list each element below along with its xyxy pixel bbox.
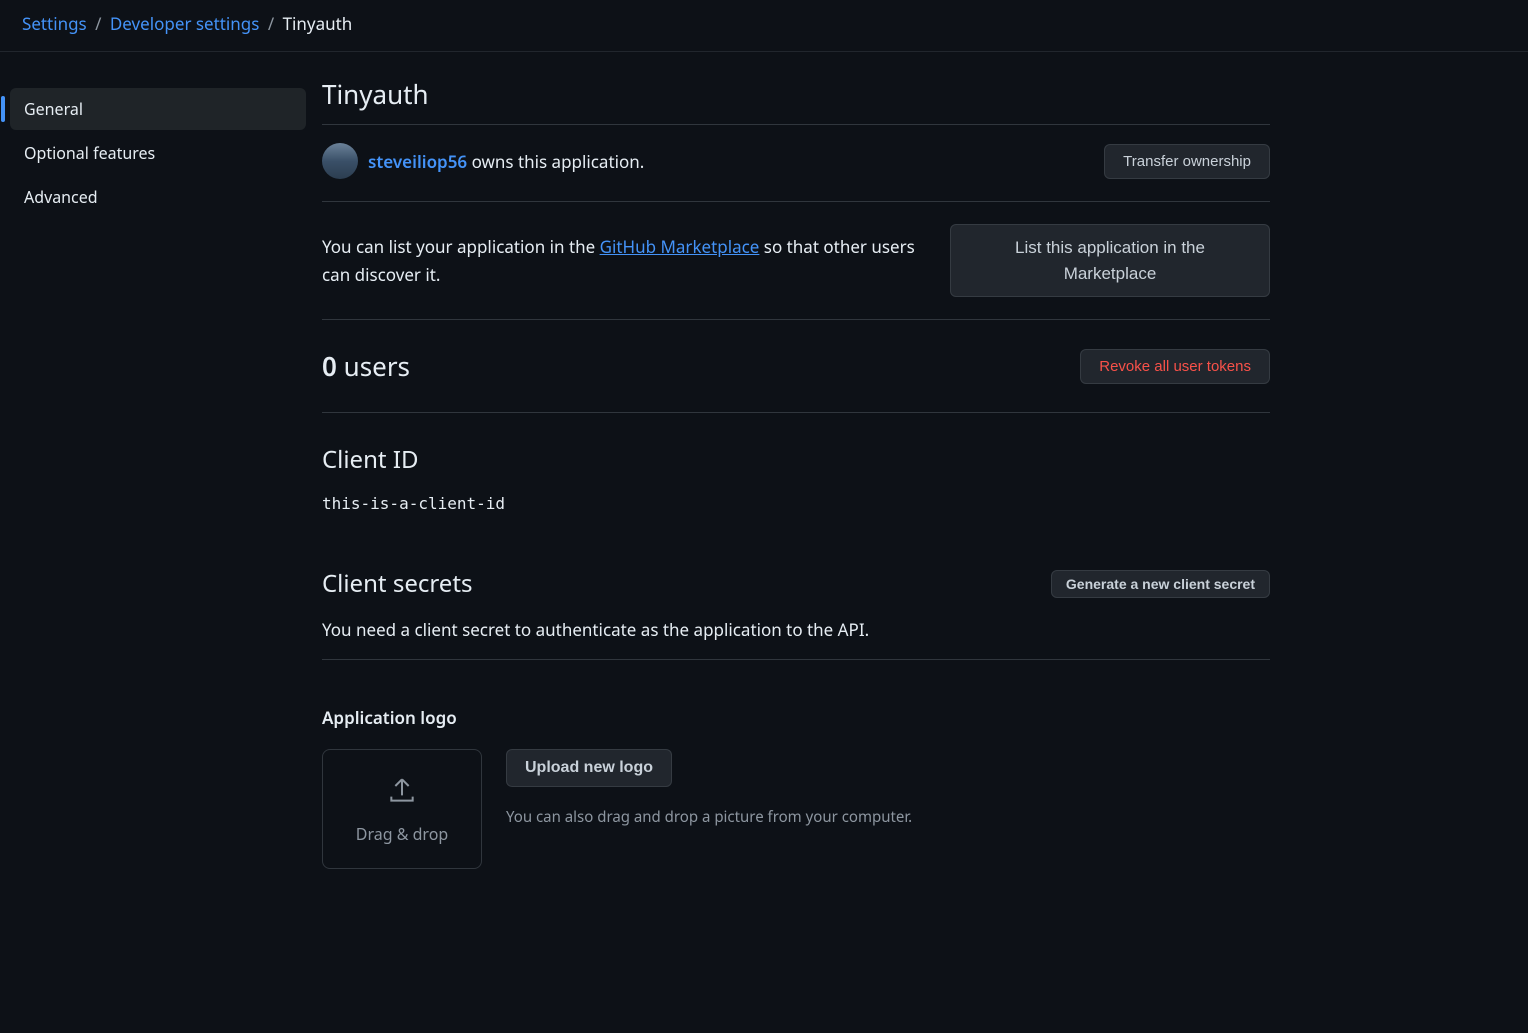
client-id-value: this-is-a-client-id — [322, 494, 1270, 513]
sidebar-item-optional-features[interactable]: Optional features — [10, 132, 306, 174]
upload-hint: You can also drag and drop a picture fro… — [506, 807, 912, 827]
owner-info: steveiliop56 owns this application. — [322, 143, 644, 179]
owner-row: steveiliop56 owns this application. Tran… — [322, 143, 1270, 202]
breadcrumb-developer-settings[interactable]: Developer settings — [110, 12, 260, 35]
avatar[interactable] — [322, 143, 358, 179]
marketplace-text-before: You can list your application in the — [322, 235, 600, 258]
sidebar-item-general[interactable]: General — [10, 88, 306, 130]
logo-row: Drag & drop Upload new logo You can also… — [322, 749, 1270, 869]
client-secrets-heading: Client secrets — [322, 567, 473, 600]
marketplace-text: You can list your application in the Git… — [322, 233, 934, 287]
owner-username-link[interactable]: steveiliop56 — [368, 150, 467, 173]
client-secrets-header: Client secrets Generate a new client sec… — [322, 567, 1270, 600]
github-marketplace-link[interactable]: GitHub Marketplace — [600, 235, 760, 258]
generate-client-secret-button[interactable]: Generate a new client secret — [1051, 570, 1270, 598]
owner-suffix-text: owns this application. — [467, 150, 644, 173]
sidebar-item-label: Advanced — [24, 186, 98, 208]
users-row: 0 users Revoke all user tokens — [322, 320, 1270, 413]
breadcrumb-separator: / — [95, 12, 101, 35]
upload-icon — [386, 774, 418, 811]
transfer-ownership-button[interactable]: Transfer ownership — [1104, 144, 1270, 179]
breadcrumb-current: Tinyauth — [283, 12, 353, 35]
sidebar-item-label: General — [24, 98, 83, 120]
client-id-heading: Client ID — [322, 443, 1270, 476]
application-logo-heading: Application logo — [322, 706, 1270, 729]
users-count: 0 users — [322, 348, 410, 384]
sidebar-item-label: Optional features — [24, 142, 155, 164]
breadcrumb-settings[interactable]: Settings — [22, 12, 87, 35]
client-secrets-section: Client secrets Generate a new client sec… — [322, 513, 1270, 660]
upload-new-logo-button[interactable]: Upload new logo — [506, 749, 672, 787]
sidebar-item-advanced[interactable]: Advanced — [10, 176, 306, 218]
application-logo-section: Application logo Drag & drop Upload new … — [322, 660, 1270, 869]
page-title: Tinyauth — [322, 76, 1270, 125]
dropzone-label: Drag & drop — [356, 823, 448, 845]
marketplace-row: You can list your application in the Git… — [322, 202, 1270, 320]
users-count-number: 0 — [322, 348, 337, 384]
main-content: Tinyauth steveiliop56 owns this applicat… — [322, 76, 1302, 869]
client-secrets-description: You need a client secret to authenticate… — [322, 618, 1270, 660]
client-id-section: Client ID this-is-a-client-id — [322, 413, 1270, 513]
users-count-label: users — [337, 348, 410, 384]
revoke-all-tokens-button[interactable]: Revoke all user tokens — [1080, 349, 1270, 384]
logo-dropzone[interactable]: Drag & drop — [322, 749, 482, 869]
list-in-marketplace-button[interactable]: List this application in the Marketplace — [950, 224, 1270, 297]
sidebar: General Optional features Advanced — [0, 76, 322, 869]
breadcrumb-separator: / — [268, 12, 274, 35]
upload-column: Upload new logo You can also drag and dr… — [506, 749, 912, 869]
breadcrumb: Settings / Developer settings / Tinyauth — [0, 0, 1528, 52]
